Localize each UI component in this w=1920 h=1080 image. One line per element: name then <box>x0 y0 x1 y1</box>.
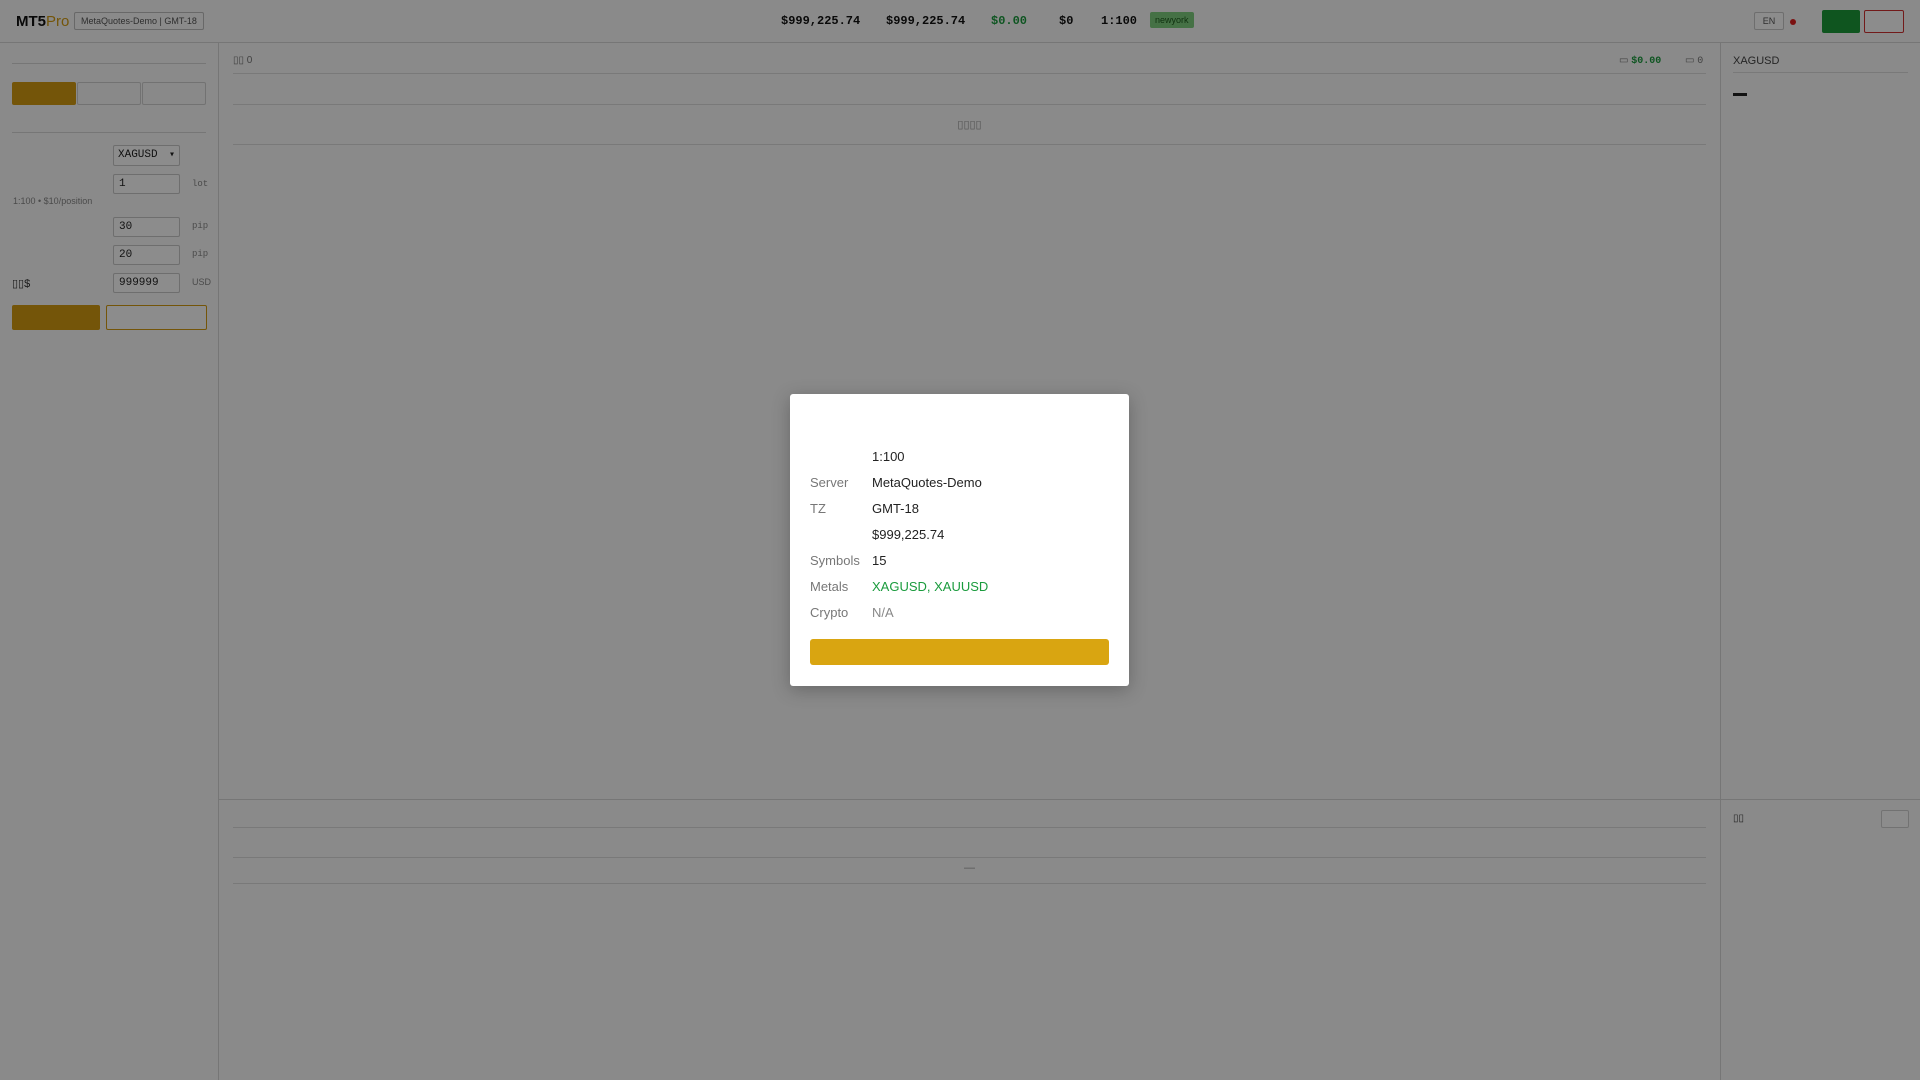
modal-row-server: Server MetaQuotes-Demo <box>810 475 982 490</box>
modal-row-balance: $999,225.74 <box>872 527 945 542</box>
modal-confirm-button[interactable] <box>810 639 1109 665</box>
modal-row-metals: Metals XAGUSD, XAUUSD <box>810 579 989 594</box>
modal-row-symbols: Symbols 15 <box>810 553 887 568</box>
modal-row-timezone: TZ GMT-18 <box>810 501 919 516</box>
modal-row-crypto: Crypto N/A <box>810 605 894 620</box>
account-info-modal: 1:100 Server MetaQuotes-Demo TZ GMT-18 $… <box>790 394 1129 686</box>
modal-row-leverage: 1:100 <box>872 449 905 464</box>
